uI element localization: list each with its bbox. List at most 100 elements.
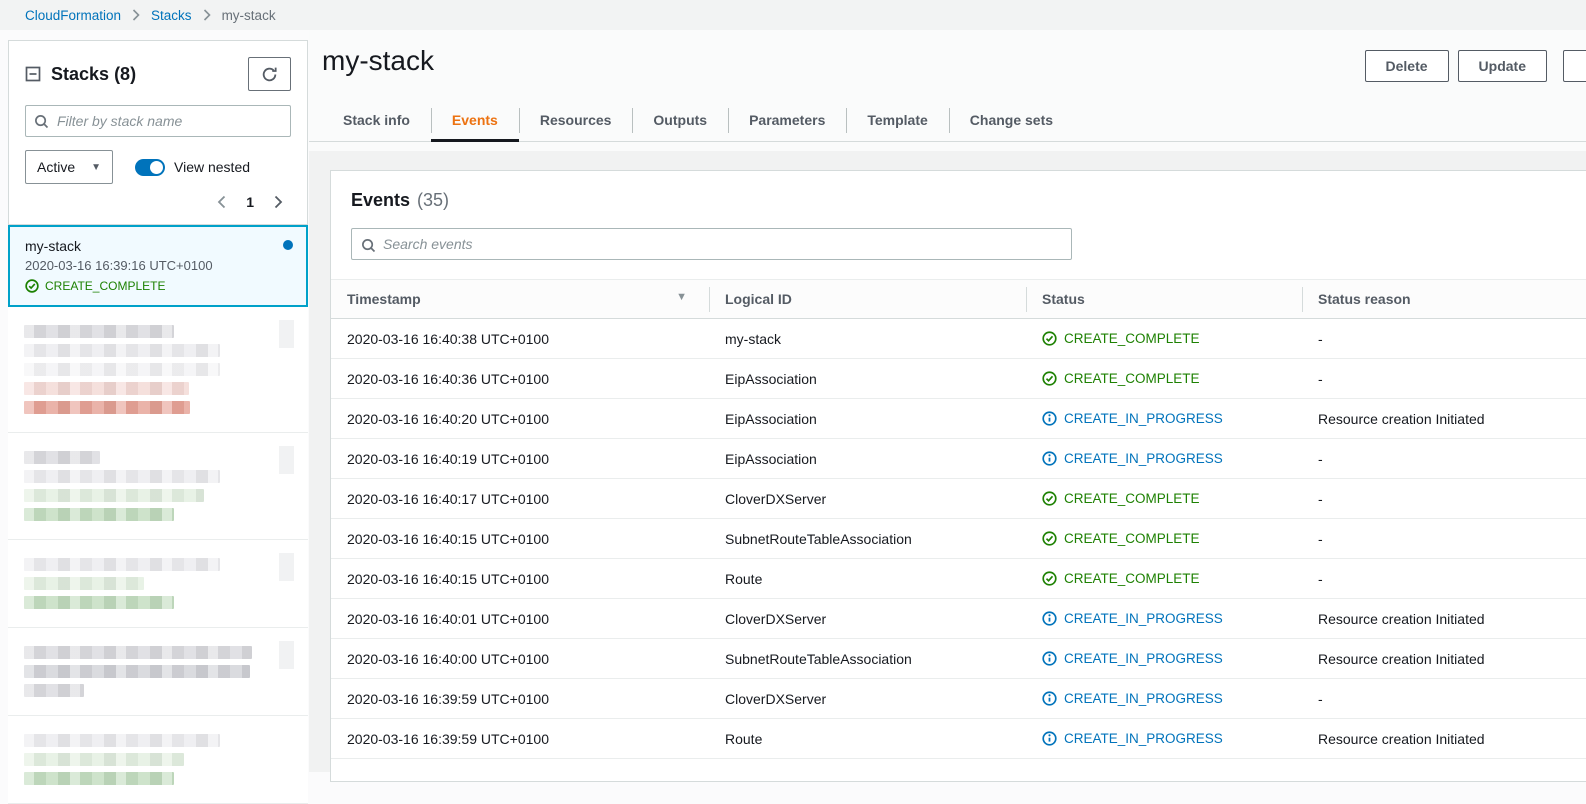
sort-descending-icon[interactable]: ▼ <box>676 291 687 303</box>
tab-template[interactable]: Template <box>846 100 948 142</box>
stack-list-item-redacted[interactable] <box>8 307 308 433</box>
radio-placeholder[interactable] <box>279 641 294 669</box>
event-logical-id: SubnetRouteTableAssociation <box>709 638 1026 679</box>
event-status-reason: Resource creation Initiated <box>1302 638 1586 679</box>
column-header-status[interactable]: Status <box>1026 279 1302 319</box>
event-status-label: CREATE_COMPLETE <box>1064 571 1200 586</box>
event-status-reason: Resource creation Initiated <box>1302 398 1586 439</box>
table-row[interactable]: 2020-03-16 16:40:20 UTC+0100 EipAssociati… <box>331 398 1586 439</box>
redacted-text-line <box>24 772 174 785</box>
tab-stack-info[interactable]: Stack info <box>322 100 431 142</box>
page-title: my-stack <box>322 45 434 76</box>
event-status: CREATE_IN_PROGRESS <box>1026 398 1302 439</box>
radio-selected-icon[interactable] <box>283 240 293 250</box>
info-circle-icon <box>1042 611 1057 626</box>
tab-outputs[interactable]: Outputs <box>632 100 728 142</box>
info-circle-icon <box>1042 691 1057 706</box>
event-status: CREATE_COMPLETE <box>1026 478 1302 519</box>
current-page-number[interactable]: 1 <box>246 194 254 210</box>
event-status-label: CREATE_IN_PROGRESS <box>1064 411 1223 426</box>
stack-list-item-redacted[interactable] <box>8 628 308 716</box>
event-timestamp: 2020-03-16 16:40:36 UTC+0100 <box>331 358 709 399</box>
event-status-reason: - <box>1302 518 1586 559</box>
redacted-text-line <box>24 753 184 766</box>
column-header-timestamp[interactable]: ▼ Timestamp <box>331 279 709 319</box>
event-timestamp: 2020-03-16 16:40:00 UTC+0100 <box>331 638 709 679</box>
tab-parameters[interactable]: Parameters <box>728 100 846 142</box>
table-row[interactable]: 2020-03-16 16:40:15 UTC+0100 SubnetRouteT… <box>331 518 1586 559</box>
pagination: 1 <box>25 194 291 210</box>
radio-placeholder[interactable] <box>279 320 294 348</box>
previous-page-button[interactable] <box>217 195 226 209</box>
check-circle-icon <box>25 279 39 293</box>
info-circle-icon <box>1042 651 1057 666</box>
redacted-text-line <box>24 363 220 376</box>
main-content: my-stack Delete Update Stack info Events R… <box>309 30 1586 782</box>
stack-list-item-redacted[interactable] <box>8 433 308 540</box>
events-count: (35) <box>417 190 450 210</box>
event-status-reason: Resource creation Initiated <box>1302 598 1586 639</box>
stack-list-item-redacted[interactable] <box>8 540 308 628</box>
event-status-label: CREATE_IN_PROGRESS <box>1064 651 1223 666</box>
stack-list-item-selected[interactable]: my-stack 2020-03-16 16:39:16 UTC+0100 CR… <box>8 225 308 307</box>
event-status-reason: - <box>1302 318 1586 359</box>
radio-placeholder[interactable] <box>279 446 294 474</box>
event-status-reason: - <box>1302 558 1586 599</box>
events-search-input[interactable] <box>351 228 1072 260</box>
redacted-text-line <box>24 734 220 747</box>
search-icon <box>34 114 49 134</box>
stack-list: my-stack 2020-03-16 16:39:16 UTC+0100 CR… <box>8 224 308 804</box>
event-status: CREATE_IN_PROGRESS <box>1026 438 1302 479</box>
table-row[interactable]: 2020-03-16 16:40:36 UTC+0100 EipAssociati… <box>331 358 1586 399</box>
event-timestamp: 2020-03-16 16:40:17 UTC+0100 <box>331 478 709 519</box>
event-logical-id: EipAssociation <box>709 358 1026 399</box>
tab-change-sets[interactable]: Change sets <box>948 100 1074 142</box>
radio-placeholder[interactable] <box>279 553 294 581</box>
event-status-label: CREATE_IN_PROGRESS <box>1064 691 1223 706</box>
column-header-status-reason[interactable]: Status reason <box>1302 279 1586 319</box>
event-status-reason: - <box>1302 478 1586 519</box>
check-circle-icon <box>1042 571 1057 586</box>
table-row[interactable]: 2020-03-16 16:40:38 UTC+0100 my-stack CREA… <box>331 318 1586 359</box>
event-timestamp: 2020-03-16 16:40:15 UTC+0100 <box>331 558 709 599</box>
view-nested-label: View nested <box>174 159 251 175</box>
view-nested-toggle[interactable]: View nested <box>135 158 251 176</box>
stack-filter-input[interactable] <box>25 105 291 137</box>
event-logical-id: EipAssociation <box>709 438 1026 479</box>
chevron-down-icon: ▼ <box>91 161 101 173</box>
breadcrumb: CloudFormation Stacks my-stack <box>0 0 1586 30</box>
redacted-text-line <box>24 344 220 357</box>
column-header-logical-id[interactable]: Logical ID <box>709 279 1026 319</box>
table-row[interactable]: 2020-03-16 16:40:00 UTC+0100 SubnetRouteT… <box>331 638 1586 679</box>
event-status: CREATE_COMPLETE <box>1026 318 1302 359</box>
next-page-button[interactable] <box>274 195 283 209</box>
event-status: CREATE_IN_PROGRESS <box>1026 598 1302 639</box>
table-row[interactable]: 2020-03-16 16:40:17 UTC+0100 CloverDXServ… <box>331 478 1586 519</box>
toggle-on-icon <box>135 158 165 176</box>
stack-list-item-redacted[interactable] <box>8 716 308 804</box>
events-panel-title: Events <box>351 190 411 210</box>
breadcrumb-link-cloudformation[interactable]: CloudFormation <box>25 8 121 23</box>
check-circle-icon <box>1042 491 1057 506</box>
tab-resources[interactable]: Resources <box>518 100 633 142</box>
table-row[interactable]: 2020-03-16 16:39:59 UTC+0100 CloverDXServ… <box>331 678 1586 719</box>
collapse-panel-icon[interactable] <box>25 66 41 82</box>
delete-button[interactable]: Delete <box>1364 50 1449 82</box>
refresh-button[interactable] <box>248 57 291 91</box>
event-logical-id: CloverDXServer <box>709 678 1026 719</box>
stack-actions-button-partial[interactable] <box>1563 50 1586 82</box>
table-row[interactable]: 2020-03-16 16:40:19 UTC+0100 EipAssociati… <box>331 438 1586 479</box>
table-row[interactable]: 2020-03-16 16:40:15 UTC+0100 Route CREATE_… <box>331 558 1586 599</box>
stack-status-filter-select[interactable]: Active ▼ <box>25 150 113 184</box>
event-status: CREATE_IN_PROGRESS <box>1026 678 1302 719</box>
tab-events[interactable]: Events <box>430 100 519 142</box>
event-logical-id: SubnetRouteTableAssociation <box>709 518 1026 559</box>
redacted-text-line <box>24 451 100 464</box>
event-timestamp: 2020-03-16 16:40:15 UTC+0100 <box>331 518 709 559</box>
table-row[interactable]: 2020-03-16 16:40:01 UTC+0100 CloverDXServ… <box>331 598 1586 639</box>
event-timestamp: 2020-03-16 16:39:59 UTC+0100 <box>331 678 709 719</box>
breadcrumb-link-stacks[interactable]: Stacks <box>151 8 192 23</box>
event-status-reason: - <box>1302 358 1586 399</box>
table-row[interactable]: 2020-03-16 16:39:59 UTC+0100 Route CREATE_… <box>331 718 1586 759</box>
update-button[interactable]: Update <box>1457 50 1547 82</box>
